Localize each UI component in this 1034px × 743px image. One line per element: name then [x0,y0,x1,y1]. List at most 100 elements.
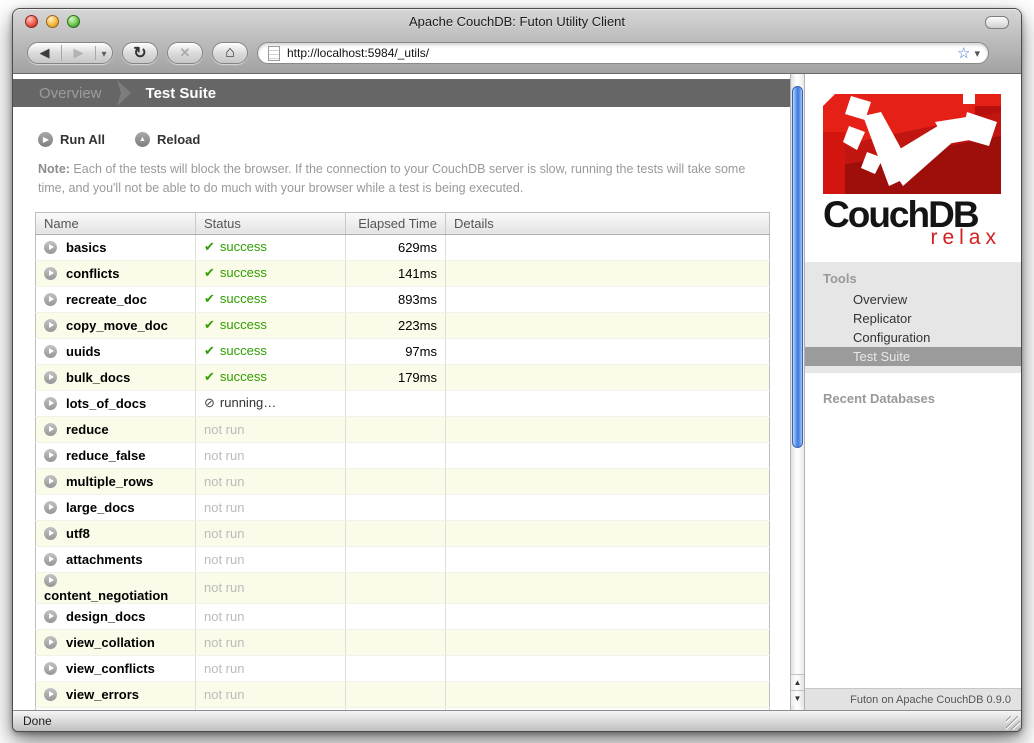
window-title: Apache CouchDB: Futon Utility Client [408,14,626,29]
table-row[interactable]: copy_move_doc ✔ success 223ms [35,312,770,339]
test-status: not run [195,572,346,604]
table-row[interactable]: lots_of_docs ⊘ running… [35,390,770,417]
minimize-button[interactable] [46,15,59,28]
test-name: view_conflicts [66,660,155,676]
reload-tests-icon [135,132,151,147]
run-test-icon[interactable] [44,500,57,514]
run-test-icon[interactable] [44,687,57,701]
test-elapsed-time [345,416,446,443]
home-button[interactable] [212,42,248,64]
table-row[interactable]: view_collation not run [35,629,770,656]
url-dropdown-icon[interactable] [974,44,980,62]
test-name: utf8 [66,525,90,541]
breadcrumb: Overview Test Suite [13,79,790,107]
forward-icon [74,45,84,61]
run-test-icon[interactable] [44,448,57,462]
breadcrumb-overview-link[interactable]: Overview [39,85,102,102]
reload-tests-button[interactable]: Reload [135,132,200,147]
back-icon [40,45,50,61]
test-elapsed-time: 629ms [345,234,446,261]
toolbar-toggle-pill[interactable] [985,16,1009,29]
run-test-icon[interactable] [44,635,57,649]
run-test-icon[interactable] [44,526,57,540]
reload-icon [133,43,146,63]
recent-databases-heading: Recent Databases [823,390,935,406]
table-row[interactable]: conflicts ✔ success 141ms [35,260,770,287]
table-row[interactable]: large_docs not run [35,494,770,521]
table-row[interactable]: basics ✔ success 629ms [35,234,770,261]
run-all-icon [38,132,53,147]
test-status-label: not run [204,499,245,515]
run-test-icon[interactable] [44,370,57,384]
test-details [445,390,770,417]
table-row[interactable]: recreate_doc ✔ success 893ms [35,286,770,313]
sidebar-item-overview[interactable]: Overview [805,290,1021,309]
test-elapsed-time [345,681,446,708]
history-dropdown-button[interactable] [95,46,112,60]
scrollbar-thumb[interactable] [792,86,803,448]
status-bar: Done [13,710,1021,731]
forward-button[interactable] [61,45,95,61]
reload-button[interactable] [122,42,158,64]
stop-button[interactable] [167,42,203,64]
test-details [445,364,770,391]
run-test-icon[interactable] [44,573,57,587]
table-row[interactable]: view_errors not run [35,681,770,708]
run-test-icon[interactable] [44,661,57,675]
test-details [445,338,770,365]
table-row[interactable]: reduce_false not run [35,442,770,469]
bookmark-star-icon[interactable] [957,44,970,62]
run-test-icon[interactable] [44,266,57,280]
run-test-icon[interactable] [44,609,57,623]
window-chrome: Apache CouchDB: Futon Utility Client htt… [13,9,1021,74]
table-row[interactable]: reduce not run [35,416,770,443]
test-status: not run [195,655,346,682]
run-test-icon[interactable] [44,422,57,436]
vertical-scrollbar[interactable]: ▲ ▼ [790,74,805,710]
run-test-icon[interactable] [44,474,57,488]
column-header-status: Status [195,212,346,235]
scroll-down-button[interactable]: ▼ [791,690,804,706]
test-elapsed-time: 141ms [345,260,446,287]
table-row[interactable]: uuids ✔ success 97ms [35,338,770,365]
test-status: not run [195,494,346,521]
browser-toolbar: http://localhost:5984/_utils/ [13,33,1021,73]
check-icon: ✔ [204,317,215,333]
close-button[interactable] [25,15,38,28]
sidebar-item-configuration[interactable]: Configuration [805,328,1021,347]
run-test-icon[interactable] [44,344,57,358]
resize-grip-icon[interactable] [1006,716,1020,730]
couchdb-logo[interactable]: CouchDB relax [823,94,1003,248]
table-row[interactable]: utf8 not run [35,520,770,547]
back-button[interactable] [28,45,61,61]
table-row[interactable]: attachments not run [35,546,770,573]
url-text[interactable]: http://localhost:5984/_utils/ [287,46,957,60]
run-test-icon[interactable] [44,240,57,254]
run-test-icon[interactable] [44,318,57,332]
check-icon: ✔ [204,369,215,385]
test-status: ✔ success [195,338,346,365]
run-all-button[interactable]: Run All [38,132,105,147]
tools-list: Overview Replicator Configuration Test Suit… [805,290,1021,366]
scroll-up-button[interactable]: ▲ [791,674,804,690]
test-status-label: not run [204,608,245,624]
run-test-icon[interactable] [44,396,57,410]
table-row[interactable]: multiple_rows not run [35,468,770,495]
table-row[interactable]: design_docs not run [35,603,770,630]
sidebar-item-test-suite[interactable]: Test Suite [805,346,1021,366]
test-status-label: not run [204,421,245,437]
table-row[interactable]: content_negotiation not run [35,572,770,604]
table-row[interactable]: view_conflicts not run [35,655,770,682]
table-row[interactable]: bulk_docs ✔ success 179ms [35,364,770,391]
run-test-icon[interactable] [44,292,57,306]
titlebar[interactable]: Apache CouchDB: Futon Utility Client [13,9,1021,33]
address-bar[interactable]: http://localhost:5984/_utils/ [257,42,989,64]
test-elapsed-time [345,468,446,495]
test-name: uuids [66,343,101,359]
sidebar-item-replicator[interactable]: Replicator [805,309,1021,328]
page-title: Test Suite [145,84,217,102]
zoom-button[interactable] [67,15,80,28]
run-test-icon[interactable] [44,552,57,566]
test-name: lots_of_docs [66,395,147,411]
stop-icon [180,44,191,62]
